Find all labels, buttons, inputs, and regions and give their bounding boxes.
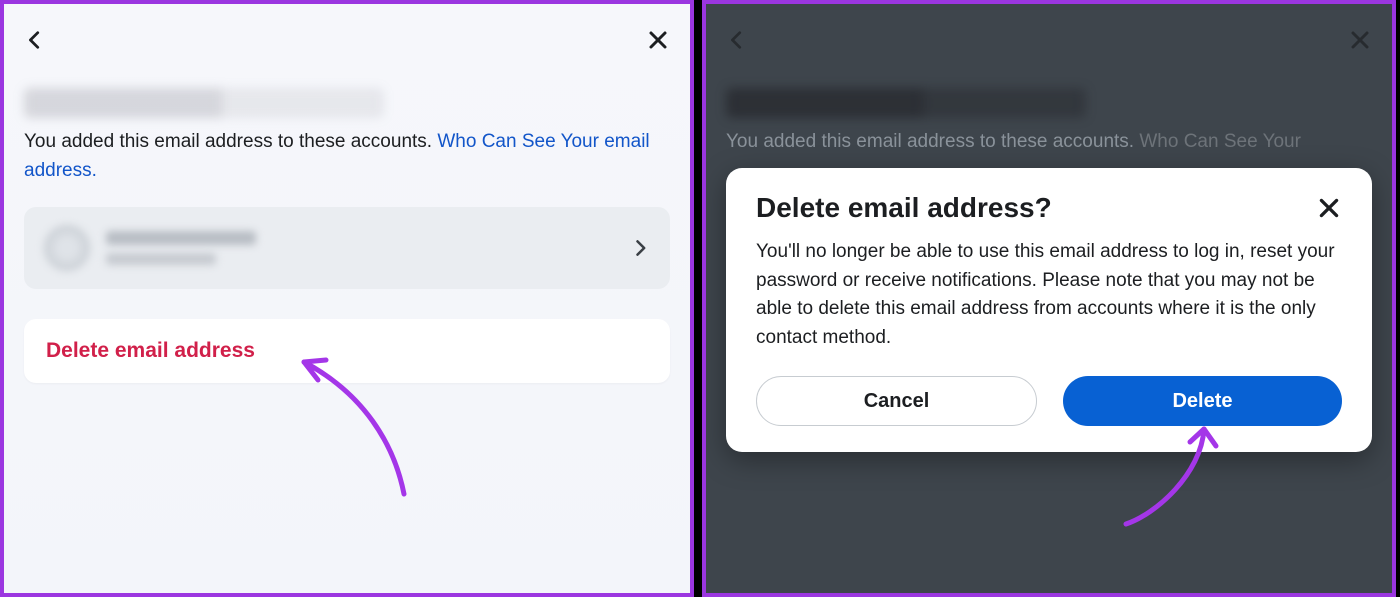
delete-button-label: Delete — [1172, 390, 1232, 413]
delete-email-button[interactable]: Delete email address — [24, 319, 670, 383]
description-prefix: You added this email address to these ac… — [726, 131, 1139, 152]
email-address-redacted — [24, 88, 384, 118]
back-icon[interactable] — [24, 29, 46, 51]
close-icon — [1348, 28, 1372, 52]
description-prefix: You added this email address to these ac… — [24, 131, 437, 152]
avatar — [44, 225, 90, 271]
account-name-redacted — [106, 231, 256, 265]
back-icon — [726, 29, 748, 51]
email-address-redacted — [726, 88, 1086, 118]
topbar — [4, 4, 690, 60]
account-row-left — [44, 225, 256, 271]
who-can-see-link: Who Can See Your — [1139, 131, 1301, 152]
topbar — [706, 4, 1392, 60]
cancel-button-label: Cancel — [864, 390, 930, 413]
delete-confirmation-modal: Delete email address? You'll no longer b… — [726, 168, 1372, 452]
modal-header: Delete email address? — [756, 192, 1342, 224]
email-settings-panel: You added this email address to these ac… — [0, 0, 694, 597]
modal-actions: Cancel Delete — [756, 376, 1342, 426]
modal-title: Delete email address? — [756, 192, 1052, 224]
delete-email-label: Delete email address — [46, 339, 255, 362]
close-icon[interactable] — [1316, 195, 1342, 221]
close-icon[interactable] — [646, 28, 670, 52]
chevron-right-icon — [630, 238, 650, 258]
account-row[interactable] — [24, 207, 670, 289]
delete-confirmation-panel: You added this email address to these ac… — [702, 0, 1396, 597]
modal-body-text: You'll no longer be able to use this ema… — [756, 238, 1342, 352]
description-text: You added this email address to these ac… — [726, 128, 1372, 157]
delete-button[interactable]: Delete — [1063, 376, 1342, 426]
description-text: You added this email address to these ac… — [24, 128, 670, 185]
cancel-button[interactable]: Cancel — [756, 376, 1037, 426]
